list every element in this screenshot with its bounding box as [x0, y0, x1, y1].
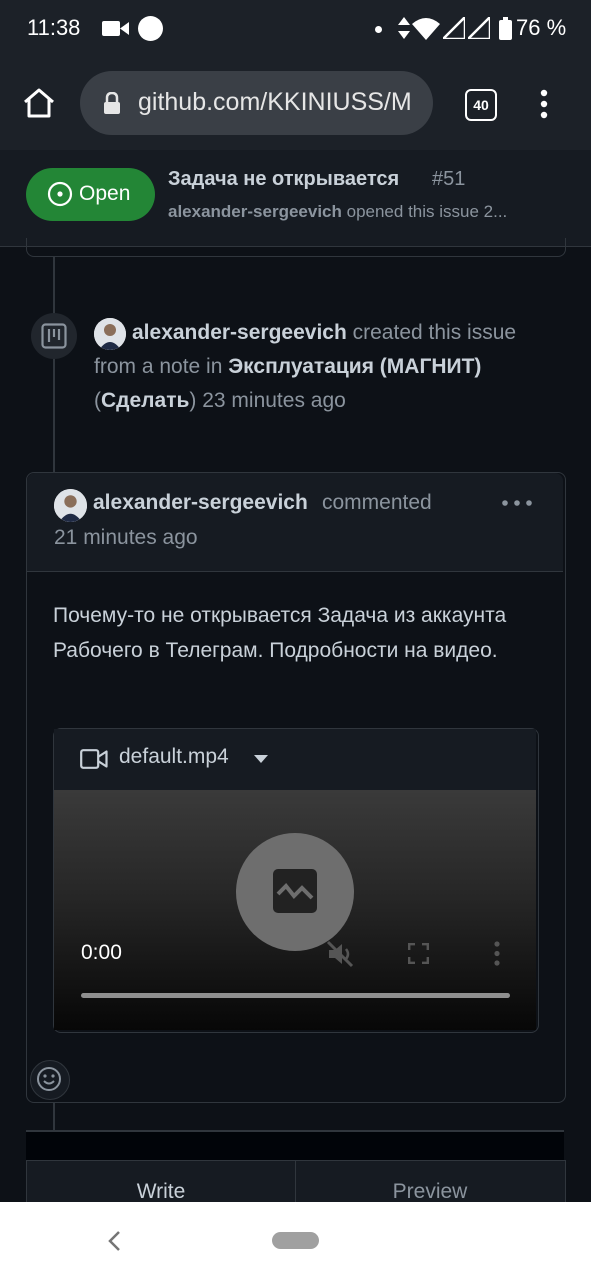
dot-icon: [375, 26, 382, 33]
battery-icon: [499, 17, 512, 40]
menu-icon[interactable]: [540, 89, 548, 119]
issue-opened-icon: [47, 181, 73, 207]
data-arrows-icon: [398, 17, 410, 39]
video-file-name[interactable]: default.mp4: [119, 745, 229, 769]
timeline-line: [53, 256, 55, 472]
event-time[interactable]: 23 minutes ago: [196, 389, 346, 412]
smiley-icon: [37, 1067, 61, 1091]
issue-author-link[interactable]: alexander-sergeevich: [168, 202, 342, 221]
home-pill-button[interactable]: [272, 1232, 319, 1249]
video-more-icon[interactable]: [493, 941, 501, 966]
chevron-down-icon[interactable]: [254, 755, 268, 763]
video-file-icon: [80, 749, 108, 769]
timeline-line-2: [53, 1101, 55, 1131]
signal-icon: [443, 17, 465, 39]
project-link[interactable]: Эксплуатация (МАГНИТ): [228, 355, 481, 378]
broken-media-icon: [273, 869, 317, 913]
comment-composer: [26, 1130, 564, 1162]
signal-icon-2: [468, 17, 490, 39]
comment-body: Почему-то не открывается Задача из аккау…: [53, 604, 507, 662]
tab-preview[interactable]: Preview: [296, 1160, 564, 1205]
lock-icon: [104, 92, 120, 114]
battery-percent: 76 %: [516, 15, 567, 40]
comment-time[interactable]: 21 minutes ago: [54, 526, 198, 550]
previous-comment-edge: [26, 238, 566, 257]
wifi-icon: [412, 18, 440, 40]
video-camera-icon: [102, 21, 129, 36]
tabs-icon[interactable]: 40: [465, 89, 497, 121]
issue-subtitle-text: opened this issue 2...: [341, 202, 508, 221]
column-link[interactable]: Сделать: [101, 389, 189, 412]
issue-title: Задача не открывается: [168, 168, 400, 190]
avatar-person-icon: [54, 489, 87, 522]
tab-write[interactable]: Write: [27, 1160, 296, 1205]
issue-number: #51: [432, 168, 466, 190]
video-current-time: 0:00: [81, 941, 122, 964]
comment-avatar[interactable]: [54, 489, 87, 522]
back-icon[interactable]: [107, 1230, 121, 1252]
event-author-link[interactable]: alexander-sergeevich: [132, 321, 347, 344]
fullscreen-icon[interactable]: [408, 943, 429, 964]
video-progress-bar[interactable]: [81, 993, 510, 998]
url-text: github.com/KKINIUSS/M: [138, 88, 412, 116]
comment-action: commented: [322, 491, 432, 514]
comment-author-link[interactable]: alexander-sergeevich: [93, 491, 308, 515]
status-time: 11:38: [27, 15, 81, 40]
issue-state-label: Open: [79, 182, 131, 205]
event-paren-open: (: [94, 389, 101, 412]
project-icon: [41, 323, 67, 349]
timeline-event-text: alexander-sergeevich created this issue …: [94, 316, 554, 418]
comment-header: [27, 473, 563, 572]
comment-options-icon[interactable]: [500, 494, 536, 512]
home-icon[interactable]: [22, 87, 56, 119]
issue-subtitle: alexander-sergeevich opened this issue 2…: [168, 202, 548, 222]
mute-icon[interactable]: [326, 940, 354, 968]
circle-icon: [138, 16, 163, 41]
